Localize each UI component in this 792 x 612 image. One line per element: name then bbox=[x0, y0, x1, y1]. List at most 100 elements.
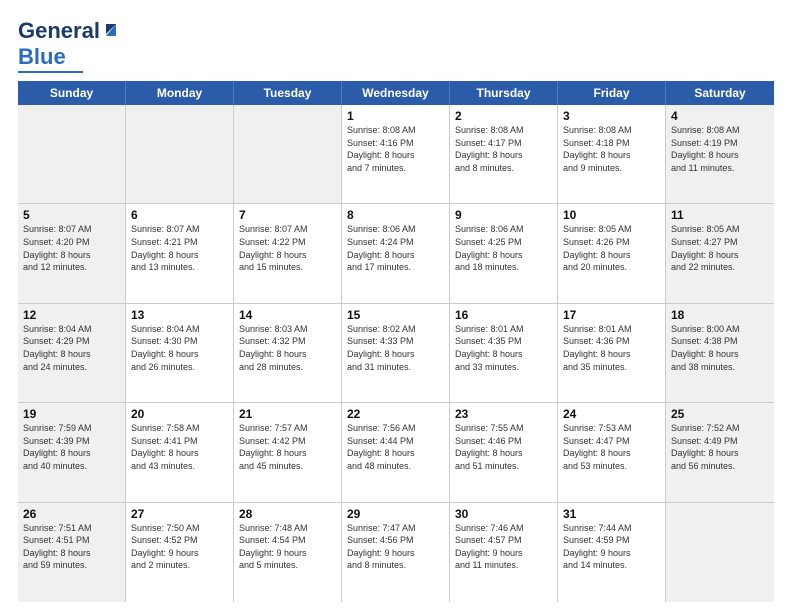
day-number: 19 bbox=[23, 407, 120, 421]
day-info: Sunrise: 7:51 AM Sunset: 4:51 PM Dayligh… bbox=[23, 522, 120, 572]
calendar-day-22: 22Sunrise: 7:56 AM Sunset: 4:44 PM Dayli… bbox=[342, 403, 450, 501]
day-number: 15 bbox=[347, 308, 444, 322]
calendar-day-9: 9Sunrise: 8:06 AM Sunset: 4:25 PM Daylig… bbox=[450, 204, 558, 302]
calendar-day-6: 6Sunrise: 8:07 AM Sunset: 4:21 PM Daylig… bbox=[126, 204, 234, 302]
header: General Blue bbox=[18, 18, 774, 73]
day-info: Sunrise: 7:47 AM Sunset: 4:56 PM Dayligh… bbox=[347, 522, 444, 572]
day-number: 31 bbox=[563, 507, 660, 521]
calendar-day-23: 23Sunrise: 7:55 AM Sunset: 4:46 PM Dayli… bbox=[450, 403, 558, 501]
day-number: 30 bbox=[455, 507, 552, 521]
calendar-row-2: 5Sunrise: 8:07 AM Sunset: 4:20 PM Daylig… bbox=[18, 204, 774, 303]
day-info: Sunrise: 7:58 AM Sunset: 4:41 PM Dayligh… bbox=[131, 422, 228, 472]
day-info: Sunrise: 8:05 AM Sunset: 4:26 PM Dayligh… bbox=[563, 223, 660, 273]
day-info: Sunrise: 8:08 AM Sunset: 4:17 PM Dayligh… bbox=[455, 124, 552, 174]
calendar-empty-cell bbox=[18, 105, 126, 203]
day-number: 5 bbox=[23, 208, 120, 222]
calendar-day-29: 29Sunrise: 7:47 AM Sunset: 4:56 PM Dayli… bbox=[342, 503, 450, 602]
day-number: 9 bbox=[455, 208, 552, 222]
day-number: 11 bbox=[671, 208, 769, 222]
calendar-day-28: 28Sunrise: 7:48 AM Sunset: 4:54 PM Dayli… bbox=[234, 503, 342, 602]
calendar-day-24: 24Sunrise: 7:53 AM Sunset: 4:47 PM Dayli… bbox=[558, 403, 666, 501]
calendar-day-1: 1Sunrise: 8:08 AM Sunset: 4:16 PM Daylig… bbox=[342, 105, 450, 203]
calendar-day-7: 7Sunrise: 8:07 AM Sunset: 4:22 PM Daylig… bbox=[234, 204, 342, 302]
calendar: SundayMondayTuesdayWednesdayThursdayFrid… bbox=[18, 81, 774, 602]
day-info: Sunrise: 8:07 AM Sunset: 4:21 PM Dayligh… bbox=[131, 223, 228, 273]
day-number: 16 bbox=[455, 308, 552, 322]
calendar-empty-cell bbox=[666, 503, 774, 602]
day-info: Sunrise: 7:50 AM Sunset: 4:52 PM Dayligh… bbox=[131, 522, 228, 572]
day-info: Sunrise: 8:04 AM Sunset: 4:29 PM Dayligh… bbox=[23, 323, 120, 373]
weekday-header-monday: Monday bbox=[126, 81, 234, 105]
calendar-day-15: 15Sunrise: 8:02 AM Sunset: 4:33 PM Dayli… bbox=[342, 304, 450, 402]
logo-general: General bbox=[18, 18, 100, 44]
calendar-day-18: 18Sunrise: 8:00 AM Sunset: 4:38 PM Dayli… bbox=[666, 304, 774, 402]
calendar-day-27: 27Sunrise: 7:50 AM Sunset: 4:52 PM Dayli… bbox=[126, 503, 234, 602]
calendar-day-19: 19Sunrise: 7:59 AM Sunset: 4:39 PM Dayli… bbox=[18, 403, 126, 501]
calendar-row-5: 26Sunrise: 7:51 AM Sunset: 4:51 PM Dayli… bbox=[18, 503, 774, 602]
day-info: Sunrise: 7:46 AM Sunset: 4:57 PM Dayligh… bbox=[455, 522, 552, 572]
day-info: Sunrise: 8:08 AM Sunset: 4:18 PM Dayligh… bbox=[563, 124, 660, 174]
calendar-header: SundayMondayTuesdayWednesdayThursdayFrid… bbox=[18, 81, 774, 105]
day-number: 21 bbox=[239, 407, 336, 421]
day-info: Sunrise: 8:06 AM Sunset: 4:25 PM Dayligh… bbox=[455, 223, 552, 273]
logo-triangle-icon bbox=[102, 20, 120, 38]
weekday-header-friday: Friday bbox=[558, 81, 666, 105]
weekday-header-tuesday: Tuesday bbox=[234, 81, 342, 105]
calendar-day-3: 3Sunrise: 8:08 AM Sunset: 4:18 PM Daylig… bbox=[558, 105, 666, 203]
day-info: Sunrise: 7:56 AM Sunset: 4:44 PM Dayligh… bbox=[347, 422, 444, 472]
day-number: 24 bbox=[563, 407, 660, 421]
day-number: 23 bbox=[455, 407, 552, 421]
day-number: 2 bbox=[455, 109, 552, 123]
calendar-day-11: 11Sunrise: 8:05 AM Sunset: 4:27 PM Dayli… bbox=[666, 204, 774, 302]
day-number: 29 bbox=[347, 507, 444, 521]
day-info: Sunrise: 8:08 AM Sunset: 4:19 PM Dayligh… bbox=[671, 124, 769, 174]
day-number: 28 bbox=[239, 507, 336, 521]
day-number: 14 bbox=[239, 308, 336, 322]
calendar-empty-cell bbox=[126, 105, 234, 203]
day-number: 4 bbox=[671, 109, 769, 123]
day-info: Sunrise: 8:06 AM Sunset: 4:24 PM Dayligh… bbox=[347, 223, 444, 273]
day-number: 26 bbox=[23, 507, 120, 521]
page: General Blue SundayMondayTuesdayWednesda… bbox=[0, 0, 792, 612]
calendar-day-8: 8Sunrise: 8:06 AM Sunset: 4:24 PM Daylig… bbox=[342, 204, 450, 302]
calendar-day-5: 5Sunrise: 8:07 AM Sunset: 4:20 PM Daylig… bbox=[18, 204, 126, 302]
calendar-day-2: 2Sunrise: 8:08 AM Sunset: 4:17 PM Daylig… bbox=[450, 105, 558, 203]
day-info: Sunrise: 8:01 AM Sunset: 4:36 PM Dayligh… bbox=[563, 323, 660, 373]
calendar-row-1: 1Sunrise: 8:08 AM Sunset: 4:16 PM Daylig… bbox=[18, 105, 774, 204]
calendar-day-26: 26Sunrise: 7:51 AM Sunset: 4:51 PM Dayli… bbox=[18, 503, 126, 602]
day-info: Sunrise: 7:53 AM Sunset: 4:47 PM Dayligh… bbox=[563, 422, 660, 472]
day-number: 27 bbox=[131, 507, 228, 521]
calendar-day-16: 16Sunrise: 8:01 AM Sunset: 4:35 PM Dayli… bbox=[450, 304, 558, 402]
calendar-empty-cell bbox=[234, 105, 342, 203]
day-info: Sunrise: 7:55 AM Sunset: 4:46 PM Dayligh… bbox=[455, 422, 552, 472]
calendar-day-4: 4Sunrise: 8:08 AM Sunset: 4:19 PM Daylig… bbox=[666, 105, 774, 203]
weekday-header-thursday: Thursday bbox=[450, 81, 558, 105]
day-info: Sunrise: 7:44 AM Sunset: 4:59 PM Dayligh… bbox=[563, 522, 660, 572]
calendar-day-13: 13Sunrise: 8:04 AM Sunset: 4:30 PM Dayli… bbox=[126, 304, 234, 402]
day-info: Sunrise: 8:00 AM Sunset: 4:38 PM Dayligh… bbox=[671, 323, 769, 373]
calendar-day-17: 17Sunrise: 8:01 AM Sunset: 4:36 PM Dayli… bbox=[558, 304, 666, 402]
day-info: Sunrise: 7:48 AM Sunset: 4:54 PM Dayligh… bbox=[239, 522, 336, 572]
day-info: Sunrise: 8:05 AM Sunset: 4:27 PM Dayligh… bbox=[671, 223, 769, 273]
day-info: Sunrise: 8:01 AM Sunset: 4:35 PM Dayligh… bbox=[455, 323, 552, 373]
logo-blue: Blue bbox=[18, 44, 66, 70]
day-number: 3 bbox=[563, 109, 660, 123]
logo: General Blue bbox=[18, 18, 120, 73]
day-number: 13 bbox=[131, 308, 228, 322]
day-number: 10 bbox=[563, 208, 660, 222]
day-number: 8 bbox=[347, 208, 444, 222]
day-number: 12 bbox=[23, 308, 120, 322]
day-number: 22 bbox=[347, 407, 444, 421]
day-number: 7 bbox=[239, 208, 336, 222]
logo-underline bbox=[18, 71, 83, 73]
weekday-header-saturday: Saturday bbox=[666, 81, 774, 105]
day-number: 25 bbox=[671, 407, 769, 421]
calendar-day-14: 14Sunrise: 8:03 AM Sunset: 4:32 PM Dayli… bbox=[234, 304, 342, 402]
calendar-row-3: 12Sunrise: 8:04 AM Sunset: 4:29 PM Dayli… bbox=[18, 304, 774, 403]
weekday-header-wednesday: Wednesday bbox=[342, 81, 450, 105]
calendar-body: 1Sunrise: 8:08 AM Sunset: 4:16 PM Daylig… bbox=[18, 105, 774, 602]
day-number: 17 bbox=[563, 308, 660, 322]
day-info: Sunrise: 7:59 AM Sunset: 4:39 PM Dayligh… bbox=[23, 422, 120, 472]
calendar-day-21: 21Sunrise: 7:57 AM Sunset: 4:42 PM Dayli… bbox=[234, 403, 342, 501]
day-number: 20 bbox=[131, 407, 228, 421]
